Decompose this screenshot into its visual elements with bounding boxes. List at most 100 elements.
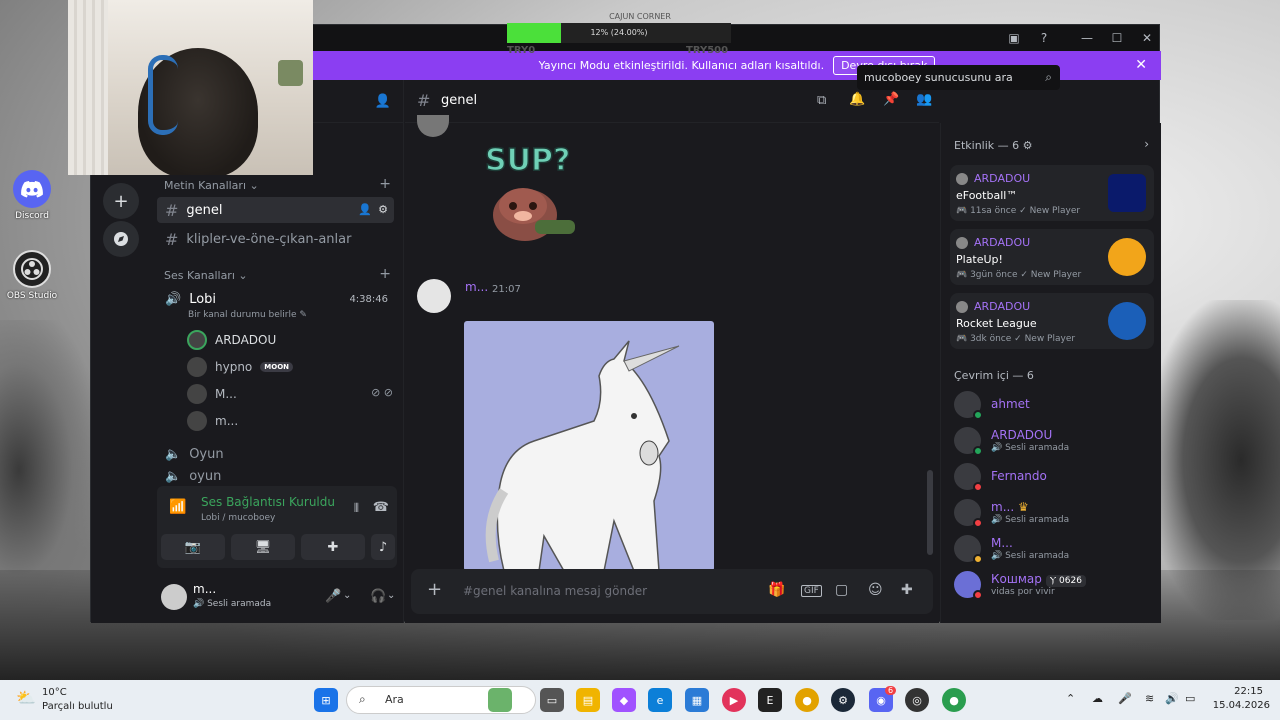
voice-user-m-lower[interactable]: m... — [187, 411, 238, 431]
weather-icon[interactable]: ⛅ — [16, 688, 36, 707]
status-indicator — [973, 482, 983, 492]
maximize-button[interactable]: ☐ — [1108, 30, 1126, 46]
server-search-input[interactable]: mucoboey sunucusunu ara ⌕ — [857, 65, 1060, 90]
category-voice-channels[interactable]: Ses Kanalları ⌄ — [164, 269, 248, 282]
voice-user-hypno[interactable]: hypno MOON — [187, 357, 294, 377]
noise-suppression-icon[interactable]: ⦀ — [354, 501, 359, 516]
message-author[interactable]: m... — [465, 280, 488, 294]
minimize-button[interactable]: — — [1078, 30, 1096, 46]
activities-button[interactable]: ✚ — [301, 534, 365, 560]
avatar[interactable] — [161, 584, 187, 610]
channel-klipler[interactable]: # klipler-ve-öne-çıkan-anlar — [157, 226, 394, 252]
clock-time[interactable]: 22:15 — [1218, 686, 1263, 697]
voice-location[interactable]: Lobi / mucoboey — [201, 513, 275, 523]
unicorn-image[interactable] — [464, 321, 714, 571]
weather-temp[interactable]: 10°C — [42, 687, 67, 698]
chat-scrollbar[interactable] — [927, 470, 933, 555]
task-view-icon[interactable]: ▭ — [540, 688, 564, 712]
volume-icon[interactable]: 🔊 — [1165, 692, 1179, 705]
pin-icon[interactable]: 📌 — [883, 92, 899, 107]
bell-icon[interactable]: 🔔 — [849, 92, 865, 107]
create-channel-button[interactable]: + — [379, 176, 391, 192]
chevron-right-icon[interactable]: › — [1144, 137, 1149, 151]
screen-share-button[interactable]: 🖥 — [231, 534, 295, 560]
start-button[interactable]: ⊞ — [314, 688, 338, 712]
soundboard-button[interactable]: ♪ — [371, 534, 395, 560]
discover-icon[interactable] — [103, 221, 139, 257]
member-ardadou[interactable]: ARDADOU 🔊 Sesli aramada — [954, 425, 1154, 457]
avatar[interactable] — [417, 279, 451, 313]
invite-icon[interactable]: 👤 — [358, 203, 372, 216]
camera-button[interactable]: 📷 — [161, 534, 225, 560]
desktop-icon-obs[interactable]: OBS Studio — [6, 250, 58, 301]
activity-user: ARDADOU — [974, 300, 1031, 313]
gear-icon[interactable]: ⚙ — [378, 203, 388, 216]
headphones-icon[interactable]: 🎧 — [370, 589, 386, 604]
store-icon[interactable]: ▦ — [685, 688, 709, 712]
message-composer[interactable]: + #genel kanalına mesaj gönder 🎁 GIF ▢ ☺… — [411, 569, 933, 614]
member-name: ARDADOU — [991, 428, 1053, 442]
sticker-icon[interactable]: ▢ — [835, 582, 848, 598]
create-voice-channel-button[interactable]: + — [379, 266, 391, 282]
signal-icon[interactable]: 📶 — [169, 499, 186, 515]
tray-overflow-icon[interactable]: ⌃ — [1066, 692, 1075, 705]
epic-games-icon[interactable]: E — [758, 688, 782, 712]
gift-icon[interactable]: 🎁 — [768, 582, 785, 598]
copilot-icon[interactable]: ◆ — [612, 688, 636, 712]
voice-status-text[interactable]: Bir kanal durumu belirle ✎ — [188, 310, 307, 320]
channel-genel[interactable]: # genel 👤 ⚙ — [157, 197, 394, 223]
help-icon[interactable]: ? — [1035, 30, 1053, 46]
disconnect-icon[interactable]: ☎ — [373, 500, 389, 515]
activity-card[interactable]: ARDADOU Rocket League 🎮 3dk önce ✓ New P… — [950, 293, 1154, 349]
wifi-icon[interactable]: ≋ — [1145, 692, 1154, 705]
avatar[interactable] — [417, 115, 449, 137]
chevron-down-icon[interactable]: ⌄ — [343, 590, 351, 601]
hash-icon: # — [165, 229, 179, 249]
message-input[interactable]: #genel kanalına mesaj gönder — [463, 584, 647, 598]
media-player-icon[interactable]: ▶ — [722, 688, 746, 712]
invite-icon[interactable]: 👤 — [375, 94, 391, 109]
chrome-icon[interactable]: ● — [795, 688, 819, 712]
member-m-upper[interactable]: M... 🔊 Sesli aramada — [954, 533, 1154, 565]
edge-icon[interactable]: e — [648, 688, 672, 712]
member-list-icon[interactable]: 👥 — [916, 92, 932, 107]
gif-icon[interactable]: GIF — [801, 585, 822, 597]
member-koshmar[interactable]: Кошмар Ⲩ 0626 vidas por vivir — [954, 569, 1154, 601]
attach-plus-icon[interactable]: + — [427, 579, 442, 600]
battery-icon[interactable]: ▭ — [1185, 692, 1195, 705]
voice-user-ardadou[interactable]: ARDADOU — [187, 330, 276, 350]
member-ahmet[interactable]: ahmet — [954, 389, 1154, 421]
steam-icon[interactable]: ⚙ — [831, 688, 855, 712]
threads-icon[interactable]: ⧉ — [817, 93, 826, 108]
add-server-button[interactable]: + — [103, 183, 139, 219]
widgets-icon[interactable] — [488, 688, 512, 712]
member-fernando[interactable]: Fernando — [954, 461, 1154, 493]
obs-taskbar-icon[interactable]: ◎ — [905, 688, 929, 712]
weather-desc[interactable]: Parçalı bulutlu — [42, 701, 113, 712]
overlay-title: CAJUN CORNER — [609, 12, 671, 21]
inbox-icon[interactable]: ▣ — [1005, 30, 1023, 46]
member-m-lower[interactable]: m... ♛ 🔊 Sesli aramada — [954, 497, 1154, 529]
category-text-channels[interactable]: Metin Kanalları ⌄ — [164, 179, 259, 192]
file-explorer-icon[interactable]: ▤ — [576, 688, 600, 712]
voice-channel-oyun[interactable]: 🔈 Oyun — [157, 441, 394, 467]
microphone-tray-icon[interactable]: 🎤 — [1118, 692, 1132, 705]
activity-game: PlateUp! — [956, 253, 1003, 266]
tray-app-icon[interactable]: ☁ — [1092, 692, 1103, 705]
member-name: M... — [991, 536, 1013, 550]
emoji-icon[interactable]: ☺ — [868, 582, 883, 598]
apps-icon[interactable]: ✚ — [901, 582, 913, 598]
chevron-down-icon[interactable]: ⌄ — [387, 590, 395, 601]
voice-user-m-upper[interactable]: M... — [187, 384, 237, 404]
chrome-alt-icon[interactable]: ● — [942, 688, 966, 712]
microphone-icon[interactable]: 🎤 — [325, 589, 341, 604]
clock-date[interactable]: 15.04.2026 — [1210, 700, 1270, 711]
close-icon[interactable]: ✕ — [1135, 57, 1147, 73]
close-window-button[interactable]: ✕ — [1138, 30, 1156, 46]
activity-card[interactable]: ARDADOU PlateUp! 🎮 3gün önce ✓ New Playe… — [950, 229, 1154, 285]
voice-channel-oyun-2[interactable]: 🔈 oyun — [157, 469, 394, 483]
activity-card[interactable]: ARDADOU eFootball™ 🎮 11sa önce ✓ New Pla… — [950, 165, 1154, 221]
desktop-icon-discord[interactable]: Discord — [6, 170, 58, 221]
voice-channel-lobi[interactable]: 🔊 Lobi 4:38:46 — [157, 286, 394, 312]
channel-title: genel — [441, 93, 478, 108]
